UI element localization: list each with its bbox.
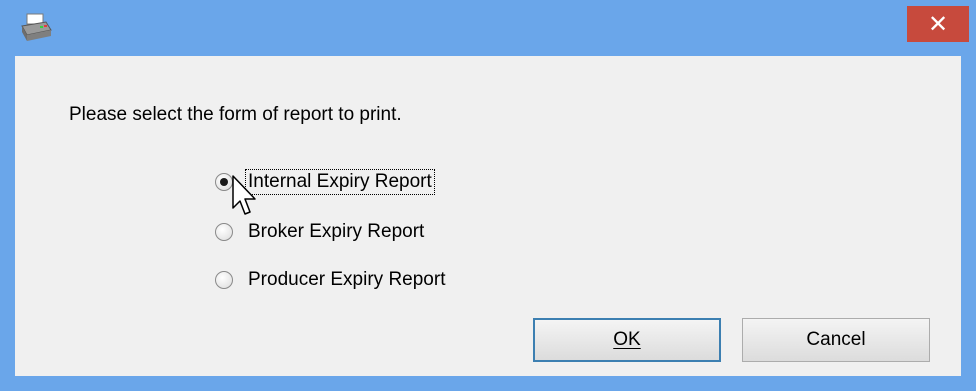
option-internal-expiry-report[interactable]: Internal Expiry Report (215, 168, 435, 196)
radio-button[interactable] (215, 173, 233, 191)
option-label: Producer Expiry Report (248, 269, 446, 290)
cancel-button[interactable]: Cancel (742, 318, 930, 362)
option-broker-expiry-report[interactable]: Broker Expiry Report (215, 218, 427, 246)
ok-label: OK (613, 329, 641, 350)
radio-button[interactable] (215, 223, 233, 241)
cancel-label: Cancel (806, 329, 866, 350)
option-label: Internal Expiry Report (245, 169, 435, 195)
print-report-dialog: ✕ Please select the form of report to pr… (0, 0, 976, 391)
ok-button[interactable]: OK (533, 318, 721, 362)
radio-button[interactable] (215, 271, 233, 289)
printer-icon (21, 13, 52, 41)
close-icon: ✕ (927, 10, 949, 38)
prompt-text: Please select the form of report to prin… (69, 104, 402, 125)
title-bar[interactable]: ✕ (0, 0, 976, 56)
option-label: Broker Expiry Report (248, 221, 425, 242)
option-producer-expiry-report[interactable]: Producer Expiry Report (215, 266, 448, 294)
dialog-body: Please select the form of report to prin… (15, 56, 961, 376)
close-button[interactable]: ✕ (907, 6, 969, 42)
